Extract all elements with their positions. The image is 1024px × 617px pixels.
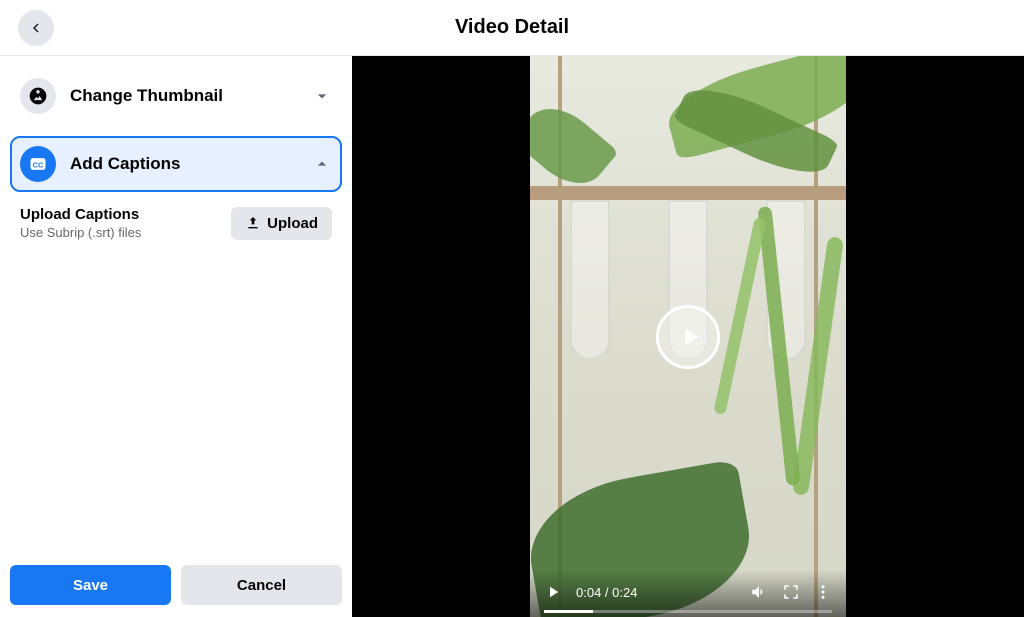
sidebar: Change Thumbnail CC Add Captions Upload … xyxy=(0,56,352,617)
accordion-add-captions[interactable]: CC Add Captions xyxy=(10,136,342,192)
accordion-label: Add Captions xyxy=(70,154,312,174)
header: Video Detail xyxy=(0,0,1024,56)
decorative xyxy=(570,200,610,360)
footer-buttons: Save Cancel xyxy=(10,565,342,617)
upload-button[interactable]: Upload xyxy=(231,207,332,240)
upload-captions-title: Upload Captions xyxy=(20,206,231,223)
video-controls: 0:04 / 0:24 xyxy=(530,570,846,617)
decorative xyxy=(713,217,766,415)
accordion-label: Change Thumbnail xyxy=(70,86,312,106)
spacer xyxy=(10,240,342,565)
chevron-up-icon xyxy=(312,154,332,174)
svg-text:CC: CC xyxy=(33,160,44,169)
upload-captions-subtitle: Use Subrip (.srt) files xyxy=(20,225,231,240)
arrow-left-icon xyxy=(27,19,45,37)
chevron-down-icon xyxy=(312,86,332,106)
cc-icon: CC xyxy=(20,146,56,182)
image-icon xyxy=(20,78,56,114)
video-preview: 0:04 / 0:24 xyxy=(352,56,1024,617)
upload-captions-row: Upload Captions Use Subrip (.srt) files … xyxy=(10,192,342,240)
play-button[interactable] xyxy=(544,583,562,601)
upload-button-label: Upload xyxy=(267,215,318,232)
fullscreen-button[interactable] xyxy=(782,583,800,601)
back-button[interactable] xyxy=(18,10,54,46)
content: Change Thumbnail CC Add Captions Upload … xyxy=(0,56,1024,617)
cancel-button[interactable]: Cancel xyxy=(181,565,342,605)
video-progress-fill xyxy=(544,610,593,613)
play-overlay-button[interactable] xyxy=(656,305,720,369)
decorative xyxy=(530,94,619,198)
save-button[interactable]: Save xyxy=(10,565,171,605)
page-title: Video Detail xyxy=(455,16,569,39)
more-button[interactable] xyxy=(814,583,832,601)
volume-button[interactable] xyxy=(750,583,768,601)
play-icon xyxy=(676,323,704,351)
video-progress-track[interactable] xyxy=(544,610,832,613)
cancel-button-label: Cancel xyxy=(237,577,286,594)
upload-captions-text: Upload Captions Use Subrip (.srt) files xyxy=(20,206,231,240)
video-time: 0:04 / 0:24 xyxy=(576,585,637,600)
save-button-label: Save xyxy=(73,577,108,594)
upload-icon xyxy=(245,215,261,231)
video-frame[interactable]: 0:04 / 0:24 xyxy=(530,56,846,617)
accordion-change-thumbnail[interactable]: Change Thumbnail xyxy=(10,68,342,124)
decorative xyxy=(530,186,846,200)
